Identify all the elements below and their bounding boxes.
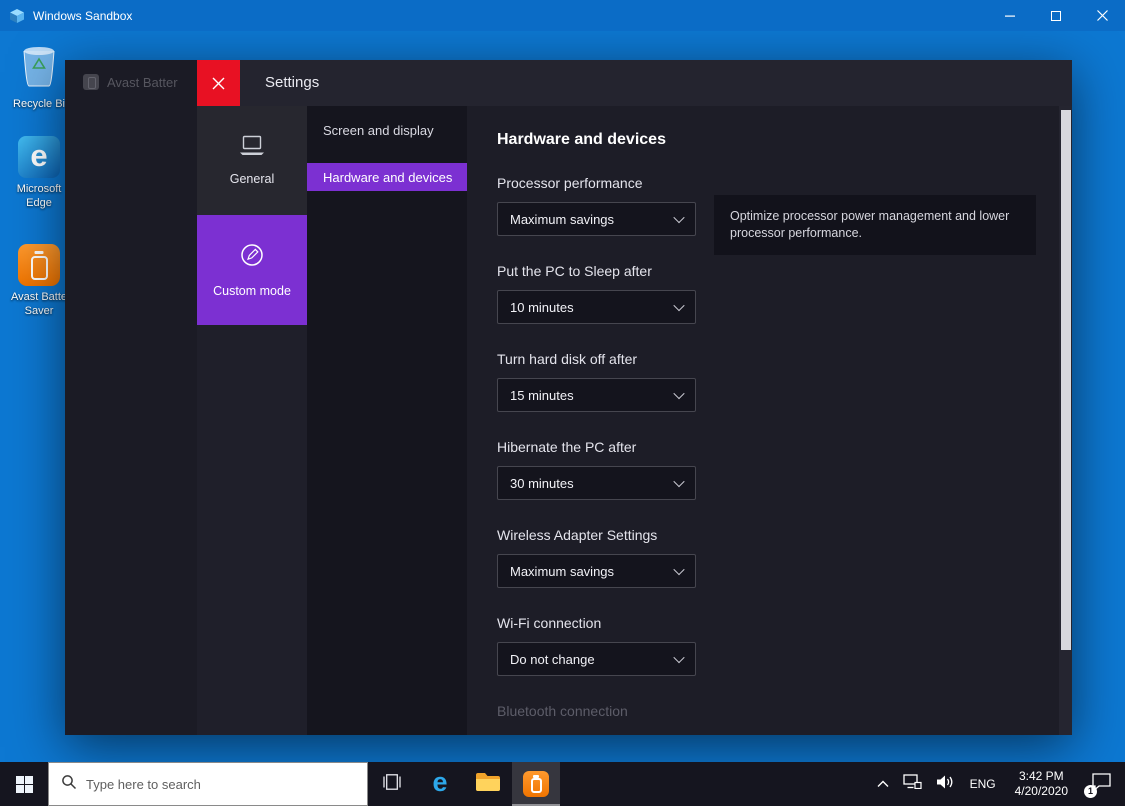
- tray-date: 4/20/2020: [1014, 784, 1068, 798]
- mode-nav-label: Custom mode: [213, 284, 291, 298]
- field-wireless-adapter: Wireless Adapter Settings Maximum saving…: [497, 527, 1058, 588]
- app-background-panel: Avast Batter: [65, 60, 197, 735]
- chevron-up-icon: [877, 775, 889, 793]
- taskbar: e: [0, 762, 1125, 806]
- tray-clock-button[interactable]: 3:42 PM 4/20/2020: [1005, 762, 1078, 806]
- app-background-titlebar: Avast Batter: [83, 74, 197, 90]
- hard-disk-off-dropdown[interactable]: 15 minutes: [497, 378, 696, 412]
- field-hard-disk-off: Turn hard disk off after 15 minutes: [497, 351, 1058, 412]
- field-label: Hibernate the PC after: [497, 439, 637, 455]
- minimize-button[interactable]: [987, 0, 1033, 31]
- settings-titlebar: [197, 60, 1072, 106]
- tray-network-button[interactable]: [896, 762, 929, 806]
- custom-mode-icon: [239, 242, 265, 273]
- hibernate-after-dropdown[interactable]: 30 minutes: [497, 466, 696, 500]
- avast-settings-window: Avast Batter Settings General Custom mod…: [65, 60, 1072, 735]
- processor-performance-tooltip: Optimize processor power management and …: [714, 195, 1036, 255]
- os-window-title: Windows Sandbox: [33, 8, 133, 23]
- recycle-bin-icon: [20, 44, 58, 93]
- laptop-icon: [237, 135, 267, 161]
- dropdown-value: 30 minutes: [510, 475, 574, 491]
- taskbar-file-explorer-button[interactable]: [464, 762, 512, 806]
- os-titlebar: Windows Sandbox: [0, 0, 1125, 31]
- field-wifi-connection: Wi-Fi connection Do not change: [497, 615, 1058, 676]
- system-tray: ENG 3:42 PM 4/20/2020 1: [870, 762, 1125, 806]
- sleep-after-dropdown[interactable]: 10 minutes: [497, 290, 696, 324]
- edge-icon: e: [432, 767, 448, 797]
- desktop-icon-label: Recycle Bi: [13, 98, 65, 110]
- mode-nav: General Custom mode: [197, 106, 307, 735]
- chevron-down-icon: [673, 651, 685, 664]
- dropdown-value: Maximum savings: [510, 211, 615, 227]
- dropdown-value: Maximum savings: [510, 563, 615, 579]
- network-icon: [902, 774, 922, 794]
- start-icon: [15, 775, 33, 793]
- field-hibernate-after: Hibernate the PC after 30 minutes: [497, 439, 1058, 500]
- close-window-button[interactable]: [1079, 0, 1125, 31]
- section-nav: Screen and display Hardware and devices: [307, 106, 467, 735]
- minimize-icon: [1005, 15, 1015, 17]
- tray-show-hidden-icons-button[interactable]: [870, 762, 896, 806]
- close-settings-button[interactable]: [197, 60, 240, 106]
- folder-icon: [475, 772, 501, 797]
- processor-performance-dropdown[interactable]: Maximum savings: [497, 202, 696, 236]
- taskbar-search[interactable]: [48, 762, 368, 806]
- chevron-down-icon: [673, 387, 685, 400]
- start-button[interactable]: [0, 762, 48, 806]
- content-scrollbar-track[interactable]: [1059, 106, 1072, 735]
- section-nav-hardware-and-devices[interactable]: Hardware and devices: [307, 163, 467, 191]
- windows-sandbox-logo-icon: [9, 8, 25, 24]
- chevron-down-icon: [673, 299, 685, 312]
- app-background-title: Avast Batter: [107, 74, 178, 90]
- close-icon: [1096, 10, 1108, 21]
- volume-icon: [936, 774, 954, 795]
- field-bluetooth-connection: Bluetooth connection: [497, 703, 1058, 720]
- action-center-button[interactable]: 1: [1078, 762, 1125, 806]
- mode-nav-general[interactable]: General: [197, 106, 307, 215]
- task-view-button[interactable]: [368, 762, 416, 806]
- field-sleep-after: Put the PC to Sleep after 10 minutes: [497, 263, 1058, 324]
- settings-content: Hardware and devices Processor performan…: [467, 106, 1058, 735]
- section-nav-screen-and-display[interactable]: Screen and display: [307, 114, 467, 146]
- edge-icon: [18, 136, 60, 178]
- field-label: Wireless Adapter Settings: [497, 527, 658, 543]
- desktop-icon-label: Microsoft Edge: [16, 183, 62, 209]
- field-label: Turn hard disk off after: [497, 351, 638, 367]
- field-label: Processor performance: [497, 175, 643, 191]
- chevron-down-icon: [673, 563, 685, 576]
- field-label: Bluetooth connection: [497, 703, 628, 719]
- window-controls: [987, 0, 1125, 31]
- avast-battery-icon: [18, 244, 60, 286]
- search-icon: [61, 774, 77, 795]
- dropdown-value: 15 minutes: [510, 387, 574, 403]
- tray-volume-button[interactable]: [929, 762, 961, 806]
- maximize-button[interactable]: [1033, 0, 1079, 31]
- field-label: Wi-Fi connection: [497, 615, 602, 631]
- wireless-adapter-dropdown[interactable]: Maximum savings: [497, 554, 696, 588]
- tray-time: 3:42 PM: [1018, 769, 1064, 783]
- avast-battery-icon: [523, 771, 549, 797]
- notification-count-badge: 1: [1084, 785, 1097, 798]
- field-label: Put the PC to Sleep after: [497, 263, 652, 279]
- mode-nav-custom-mode[interactable]: Custom mode: [197, 215, 307, 325]
- wifi-connection-dropdown[interactable]: Do not change: [497, 642, 696, 676]
- tray-language-button[interactable]: ENG: [961, 762, 1005, 806]
- settings-title: Settings: [265, 74, 320, 91]
- taskbar-avast-battery-saver-button[interactable]: [512, 762, 560, 806]
- chevron-down-icon: [673, 475, 685, 488]
- mode-nav-label: General: [229, 172, 275, 186]
- page-title: Hardware and devices: [497, 131, 666, 148]
- content-scrollbar-thumb[interactable]: [1060, 110, 1071, 650]
- dropdown-value: Do not change: [510, 651, 595, 667]
- chevron-down-icon: [673, 211, 685, 224]
- maximize-icon: [1051, 10, 1061, 21]
- avast-app-icon-dimmed: [83, 74, 99, 90]
- close-icon: [212, 77, 225, 89]
- taskbar-edge-button[interactable]: e: [416, 762, 464, 806]
- desktop-icon-label: Avast Batte Saver: [10, 291, 68, 317]
- task-view-icon: [381, 773, 403, 795]
- search-input[interactable]: [86, 776, 336, 792]
- dropdown-value: 10 minutes: [510, 299, 574, 315]
